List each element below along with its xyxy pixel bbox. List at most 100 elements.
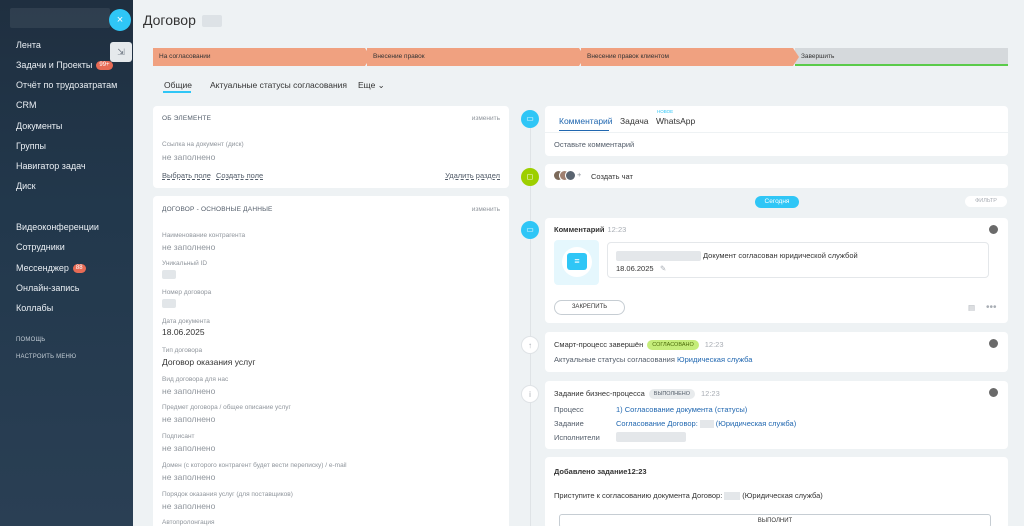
sidebar-item-feed[interactable]: Лента xyxy=(16,40,41,50)
edit-link[interactable]: изменить xyxy=(472,206,500,213)
sidebar-item-crm[interactable]: CRM xyxy=(16,100,37,110)
sidebar-item-drive[interactable]: Диск xyxy=(16,181,36,191)
field-value[interactable]: не заполнено xyxy=(162,443,215,453)
added-task-title-text: Добавлено задание xyxy=(554,467,628,476)
field-value[interactable]: не заполнено xyxy=(162,501,215,511)
redacted-value xyxy=(162,270,176,279)
divider xyxy=(545,132,1008,133)
field-value[interactable]: не заполнено xyxy=(162,414,215,424)
sidebar-item-employees[interactable]: Сотрудники xyxy=(16,242,65,252)
sidebar-item-label: Коллабы xyxy=(16,303,54,313)
bp-task-title-text: Задание бизнес-процесса xyxy=(554,389,645,398)
stage-on-approval[interactable]: На согласовании xyxy=(153,48,371,66)
create-field-link[interactable]: Создать поле xyxy=(216,171,263,180)
section-title: ОБ ЭЛЕМЕНТЕ xyxy=(162,115,212,122)
status-badge: СОГЛАСОВАНО xyxy=(647,340,699,351)
today-badge: Сегодня xyxy=(755,196,799,208)
comment-time: 12:23 xyxy=(607,225,627,234)
sidebar-item-label: Лента xyxy=(16,40,41,50)
status-badge: ВЫПОЛНЕНО xyxy=(648,389,695,400)
process-label: Процесс xyxy=(554,405,584,414)
complete-task-button[interactable]: ВЫПОЛНИТ xyxy=(559,514,991,526)
sidebar-item-messenger[interactable]: Мессенджер 88 xyxy=(16,263,86,274)
process-value-link[interactable]: 1) Согласование документа (статусы) xyxy=(616,405,747,414)
active-tab-indicator xyxy=(559,130,609,131)
process-link[interactable]: Юридическая служба xyxy=(677,355,752,364)
process-finished-card: Смарт-процесс завершён СОГЛАСОВАНО 12:23 А… xyxy=(545,332,1008,372)
select-field-link[interactable]: Выбрать поле xyxy=(162,171,211,180)
field-label: Номер договора xyxy=(162,289,212,296)
more-icon[interactable]: ••• xyxy=(986,302,997,313)
task-label: Задание xyxy=(554,419,584,428)
author-avatar[interactable] xyxy=(988,338,999,349)
comment-icon: ▭ xyxy=(521,110,539,128)
field-value[interactable]: не заполнено xyxy=(162,472,215,482)
sidebar-settings-link[interactable]: НАСТРОИТЬ МЕНЮ xyxy=(16,354,76,360)
process-detail-text: Актуальные статусы согласования xyxy=(554,355,675,364)
comment-card: Комментарий 12:23 ≡ Документ согласован ю… xyxy=(545,218,1008,323)
filter-button[interactable]: ФИЛЬТР xyxy=(965,196,1007,207)
info-icon: i xyxy=(521,385,539,403)
about-section: ОБ ЭЛЕМЕНТЕ изменить Ссылка на документ … xyxy=(153,106,509,188)
comment-input[interactable]: Оставьте комментарий xyxy=(554,140,634,149)
page-title: Договор xyxy=(143,12,222,28)
field-value[interactable]: не заполнено xyxy=(162,386,215,396)
field-label: Порядок оказания услуг (для поставщиков) xyxy=(162,491,293,498)
field-value[interactable]: не заполнено xyxy=(162,242,215,252)
field-label: Подписант xyxy=(162,433,195,440)
author-avatar[interactable] xyxy=(988,387,999,398)
tab-more[interactable]: Еще ⌄ xyxy=(358,80,385,91)
counter-badge: 88 xyxy=(72,264,86,274)
stage-edits[interactable]: Внесение правок xyxy=(367,48,585,66)
note-icon[interactable]: ▤ xyxy=(968,303,975,312)
process-title: Смарт-процесс завершён СОГЛАСОВАНО 12:23 xyxy=(554,340,724,351)
sidebar-item-timesheet[interactable]: Отчёт по трудозатратам xyxy=(16,80,117,90)
sidebar-item-tasks[interactable]: Задачи и Проекты 99+ xyxy=(16,60,113,71)
close-icon[interactable]: × xyxy=(109,9,131,31)
stage-client-edits[interactable]: Внесение правок клиентом xyxy=(581,48,799,66)
tab-approval-statuses[interactable]: Актуальные статусы согласования xyxy=(210,80,347,90)
sidebar-item-label: Документы xyxy=(16,121,63,131)
delete-section-link[interactable]: Удалить раздел xyxy=(445,171,500,180)
sidebar-item-booking[interactable]: Онлайн-запись xyxy=(16,283,79,293)
field-label: Уникальный ID xyxy=(162,260,208,267)
create-chat-card[interactable]: + Создать чат xyxy=(545,164,1008,188)
sidebar-item-videoconf[interactable]: Видеоконференции xyxy=(16,222,99,232)
contract-main-data-section: ДОГОВОР - ОСНОВНЫЕ ДАННЫЕ изменить Наиме… xyxy=(153,196,509,526)
counter-badge: 99+ xyxy=(96,61,113,71)
stage-label: На согласовании xyxy=(159,53,211,60)
plus-icon: + xyxy=(577,170,582,179)
collapse-icon[interactable]: ⇲ xyxy=(110,42,132,62)
stage-label: Внесение правок xyxy=(373,53,425,60)
stage-label: Внесение правок клиентом xyxy=(587,53,669,60)
sidebar-help-link[interactable]: ПОМОЩЬ xyxy=(16,337,45,343)
sidebar-item-collabs[interactable]: Коллабы xyxy=(16,303,53,313)
sidebar-item-label: Навигатор задач xyxy=(16,161,86,171)
bp-task-card: Задание бизнес-процесса ВЫПОЛНЕНО 12:23 Пр… xyxy=(545,381,1008,449)
tab-whatsapp[interactable]: WhatsApp xyxy=(656,116,695,126)
sidebar-item-documents[interactable]: Документы xyxy=(16,121,62,131)
added-task-text: Приступите к согласованию документа Дого… xyxy=(554,491,823,501)
section-title: ДОГОВОР - ОСНОВНЫЕ ДАННЫЕ xyxy=(162,206,273,213)
added-task-title: Добавлено задание12:23 xyxy=(554,467,647,476)
executors-label: Исполнители xyxy=(554,433,600,442)
edit-link[interactable]: изменить xyxy=(472,115,500,122)
author-avatar[interactable] xyxy=(988,224,999,235)
portal-logo[interactable] xyxy=(10,8,110,28)
tab-task[interactable]: Задача xyxy=(620,116,649,126)
tab-comment[interactable]: Комментарий xyxy=(559,116,613,126)
sidebar-item-groups[interactable]: Группы xyxy=(16,141,46,151)
edit-icon[interactable]: ✎ xyxy=(660,264,666,273)
redacted-executors xyxy=(616,432,686,442)
sidebar-item-task-navigator[interactable]: Навигатор задач xyxy=(16,161,86,171)
redacted-value xyxy=(162,299,176,308)
stage-finish[interactable]: Завершить xyxy=(795,48,1008,66)
tab-general[interactable]: Общие xyxy=(164,80,192,90)
pin-button[interactable]: ЗАКРЕПИТЬ xyxy=(554,300,625,315)
process-detail: Актуальные статусы согласования Юридичес… xyxy=(554,355,752,364)
field-value[interactable]: Договор оказания услуг xyxy=(162,357,255,367)
active-tab-indicator xyxy=(163,91,191,93)
field-value[interactable]: 18.06.2025 xyxy=(162,327,205,337)
task-value-link[interactable]: Согласование Договор: (Юридическая служба… xyxy=(616,419,796,429)
field-value[interactable]: не заполнено xyxy=(162,152,215,162)
